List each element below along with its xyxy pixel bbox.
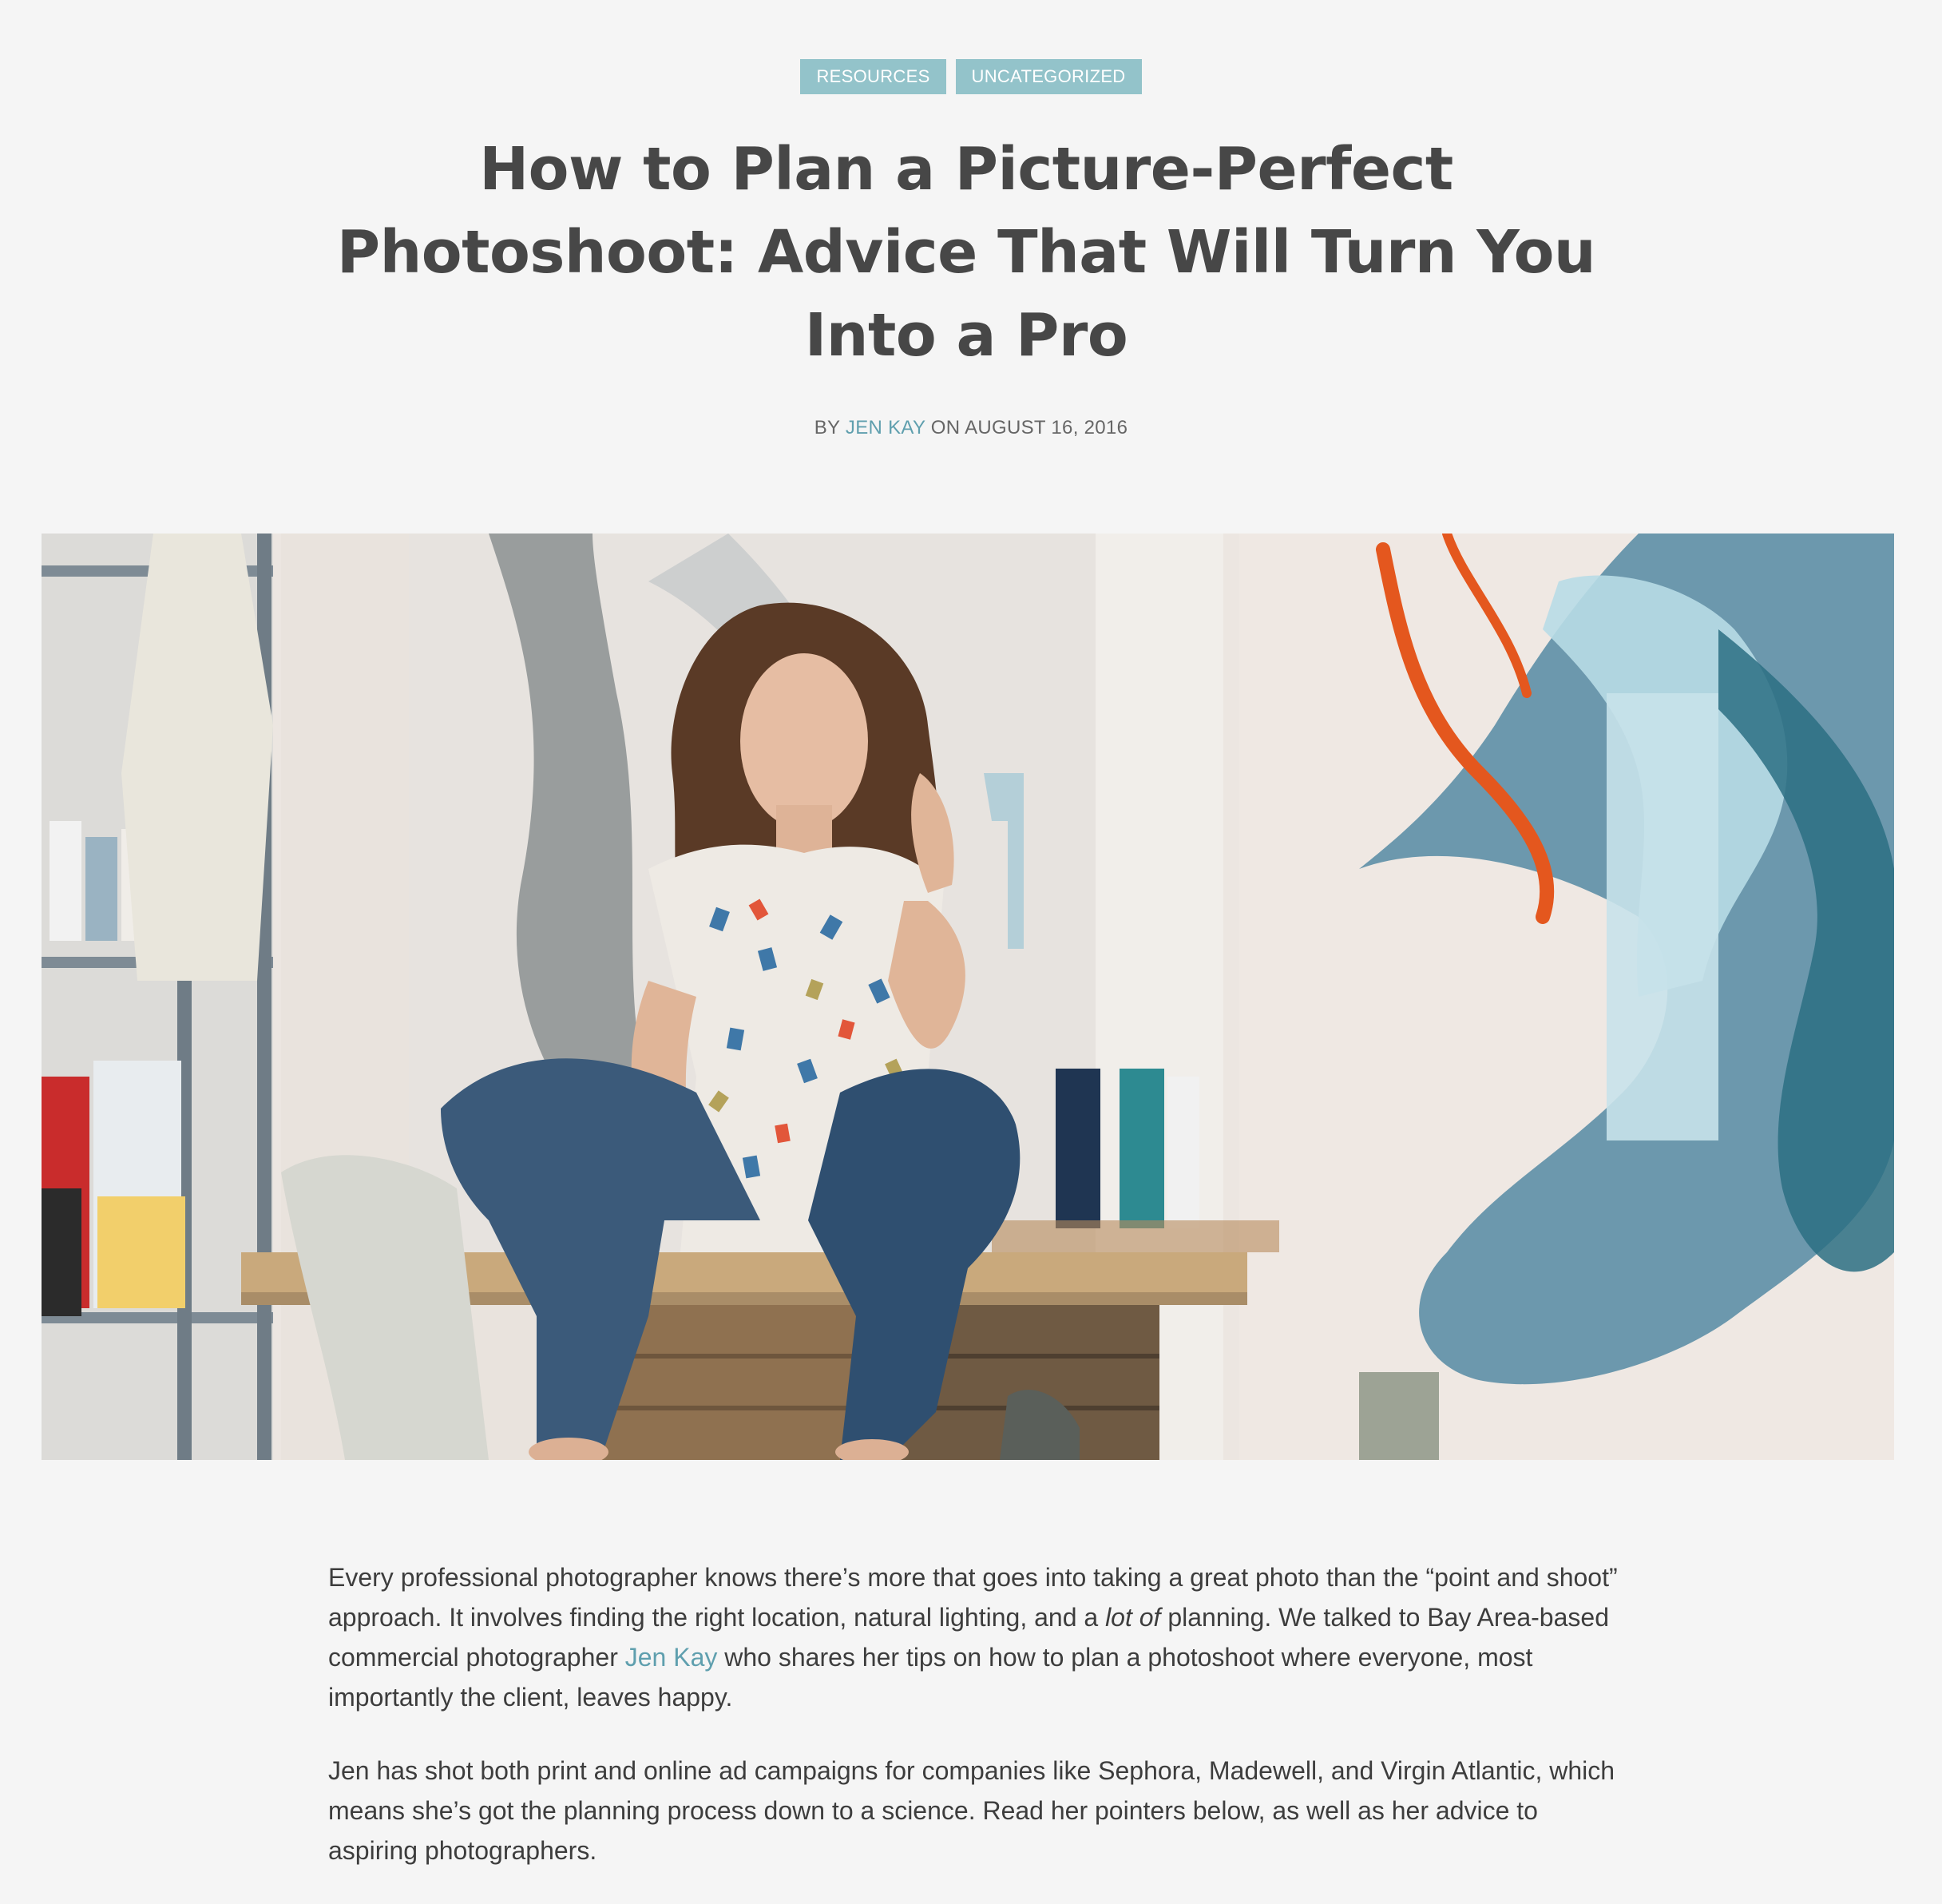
post-date: AUGUST 16, 2016 [965, 417, 1128, 438]
article-paragraph-2: Jen has shot both print and online ad ca… [328, 1756, 1615, 1865]
byline-prefix: BY [814, 417, 840, 438]
hero-photo-illustration [42, 534, 1894, 1460]
author-link[interactable]: JEN KAY [846, 417, 925, 438]
tag-uncategorized[interactable]: UNCATEGORIZED [955, 59, 1142, 94]
post-title: How to Plan a Picture-Perfect Photoshoot… [336, 135, 1596, 370]
p1-emphasis: lot of [1105, 1603, 1161, 1632]
tag-resources[interactable]: RESOURCES [800, 59, 946, 94]
hero-image [42, 534, 1894, 1460]
byline-on: ON [930, 417, 961, 438]
post-byline: BY JEN KAY ON AUGUST 16, 2016 [0, 417, 1942, 439]
article-body: Every professional photographer knows th… [328, 1557, 1622, 1904]
article-paragraph-1: Every professional photographer knows th… [328, 1557, 1622, 1717]
category-tags: RESOURCES UNCATEGORIZED [0, 59, 1942, 94]
jen-kay-link[interactable]: Jen Kay [625, 1643, 718, 1672]
